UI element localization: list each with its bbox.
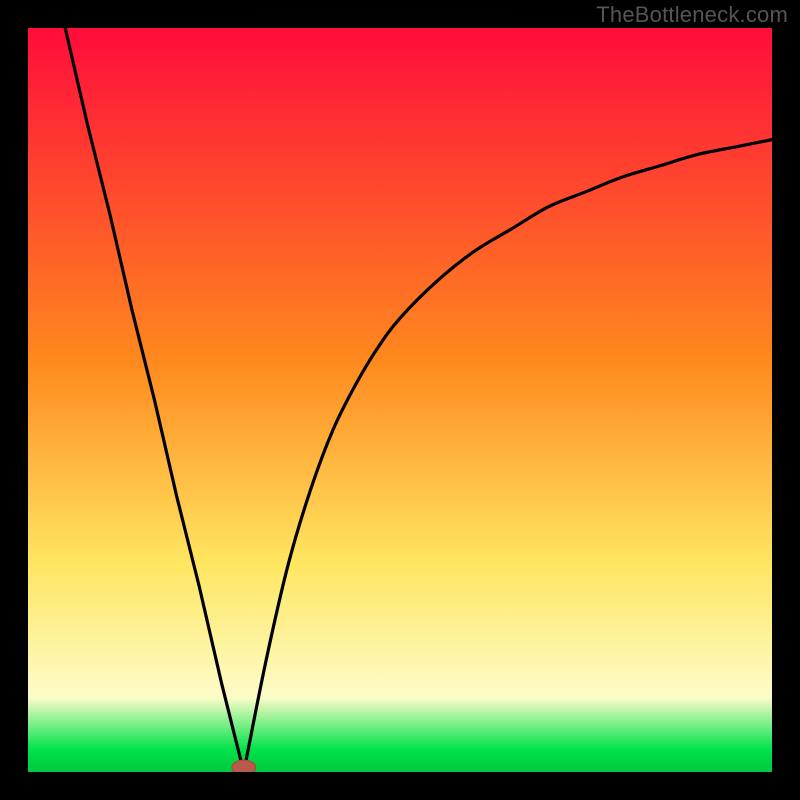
watermark-text: TheBottleneck.com [596, 2, 788, 28]
gradient-background [28, 28, 772, 772]
bottleneck-chart [28, 28, 772, 772]
chart-frame: TheBottleneck.com [0, 0, 800, 800]
optimal-point-marker [232, 760, 256, 772]
